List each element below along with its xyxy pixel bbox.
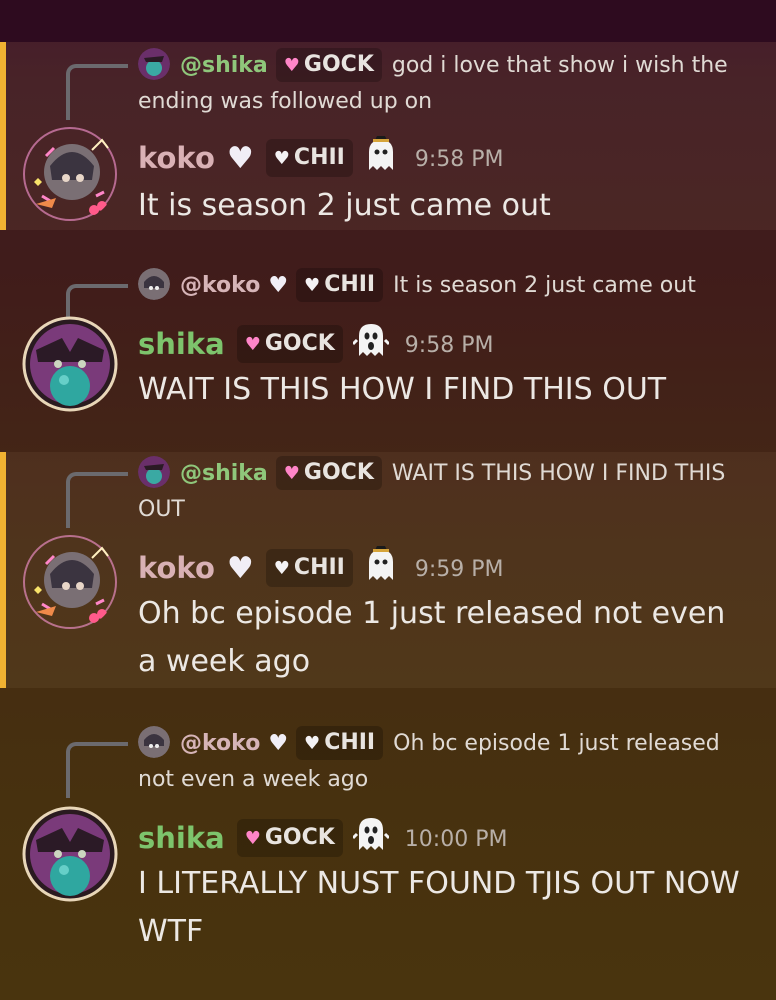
ghost-icon	[352, 324, 389, 356]
role-tag[interactable]: ♥ CHII	[265, 139, 353, 177]
white-heart-icon: ♥	[268, 273, 289, 298]
role-tag[interactable]: ♥ GOCK	[236, 325, 343, 363]
avatar-koko[interactable]	[22, 534, 118, 630]
reply-role-tag-label: CHII	[324, 730, 376, 755]
reply-role-tag-label: GOCK	[303, 460, 374, 485]
reply-spine	[66, 472, 128, 528]
message-2[interactable]: @koko ♥ ♥ CHII It is season 2 just came out …	[0, 230, 776, 452]
ghost-icon	[368, 546, 393, 580]
timestamp: 9:58 PM	[404, 333, 494, 358]
top-bar	[0, 0, 776, 42]
white-heart-icon: ♥	[268, 731, 289, 756]
reply-author[interactable]: @shika	[180, 461, 268, 486]
pink-heart-icon: ♥	[244, 334, 261, 355]
author-name[interactable]: shika	[138, 821, 225, 855]
white-heart-icon: ♥	[226, 551, 254, 586]
author-name[interactable]: koko	[138, 141, 215, 175]
role-tag-label: GOCK	[264, 331, 335, 356]
reply-avatar-shika	[138, 48, 170, 80]
timestamp: 9:58 PM	[414, 147, 504, 172]
message-3[interactable]: @shika ♥ GOCK WAIT IS THIS HOW I FIND THIS …	[0, 452, 776, 688]
message-text: It is season 2 just came out	[138, 188, 551, 223]
message-header: koko ♥ ♥ CHII 9:58 PM	[138, 136, 504, 182]
message-header: shika ♥ GOCK 9:58 PM	[138, 322, 493, 368]
reply-role-tag: ♥ GOCK	[275, 48, 382, 82]
role-tag-label: CHII	[293, 555, 345, 580]
avatar-shika[interactable]	[22, 316, 118, 412]
reply-author[interactable]: @koko	[180, 273, 260, 298]
reply-spine	[66, 64, 128, 120]
reply-avatar-koko	[138, 268, 170, 300]
reply-preview[interactable]: @koko ♥ ♥ CHII Oh bc episode 1 just released…	[138, 726, 740, 798]
ghost-icon	[352, 818, 389, 850]
reply-preview[interactable]: @koko ♥ ♥ CHII It is season 2 just came out	[138, 268, 740, 304]
avatar-koko[interactable]	[22, 126, 118, 222]
message-text: I LITERALLY NUST FOUND TJIS OUT NOW WTF	[138, 866, 740, 949]
message-text: Oh bc episode 1 just released not even a…	[138, 596, 726, 679]
white-heart-icon: ♥	[273, 148, 290, 169]
reply-role-tag-label: GOCK	[303, 52, 374, 77]
reply-role-tag: ♥ CHII	[296, 268, 384, 302]
reply-author[interactable]: @koko	[180, 731, 260, 756]
white-heart-icon: ♥	[226, 141, 254, 176]
message-header: koko ♥ ♥ CHII 9:59 PM	[138, 546, 504, 592]
pink-heart-icon: ♥	[283, 463, 300, 484]
pink-heart-icon: ♥	[244, 828, 261, 849]
timestamp: 10:00 PM	[404, 827, 508, 852]
role-tag[interactable]: ♥ CHII	[265, 549, 353, 587]
message-text: WAIT IS THIS HOW I FIND THIS OUT	[138, 372, 667, 407]
reply-preview[interactable]: @shika ♥ GOCK god i love that show i wish t…	[138, 48, 740, 120]
pink-heart-icon: ♥	[283, 55, 300, 76]
author-name[interactable]: koko	[138, 551, 215, 585]
reply-role-tag: ♥ CHII	[296, 726, 384, 760]
reply-text: It is season 2 just came out	[393, 273, 696, 298]
reply-spine	[66, 742, 128, 798]
reply-role-tag: ♥ GOCK	[275, 456, 382, 490]
white-heart-icon: ♥	[304, 275, 321, 296]
ghost-icon	[368, 136, 393, 170]
reply-preview[interactable]: @shika ♥ GOCK WAIT IS THIS HOW I FIND THIS …	[138, 456, 740, 528]
role-tag-label: GOCK	[264, 825, 335, 850]
message-header: shika ♥ GOCK 10:00 PM	[138, 816, 507, 862]
white-heart-icon: ♥	[273, 558, 290, 579]
reply-author[interactable]: @shika	[180, 53, 268, 78]
message-4[interactable]: @koko ♥ ♥ CHII Oh bc episode 1 just released…	[0, 688, 776, 1000]
reply-avatar-koko	[138, 726, 170, 758]
timestamp: 9:59 PM	[414, 557, 504, 582]
message-1[interactable]: @shika ♥ GOCK god i love that show i wish t…	[0, 42, 776, 230]
role-tag-label: CHII	[293, 145, 345, 170]
author-name[interactable]: shika	[138, 327, 225, 361]
reply-role-tag-label: CHII	[324, 272, 376, 297]
avatar-shika[interactable]	[22, 806, 118, 902]
role-tag[interactable]: ♥ GOCK	[236, 819, 343, 857]
white-heart-icon: ♥	[304, 733, 321, 754]
reply-avatar-shika	[138, 456, 170, 488]
